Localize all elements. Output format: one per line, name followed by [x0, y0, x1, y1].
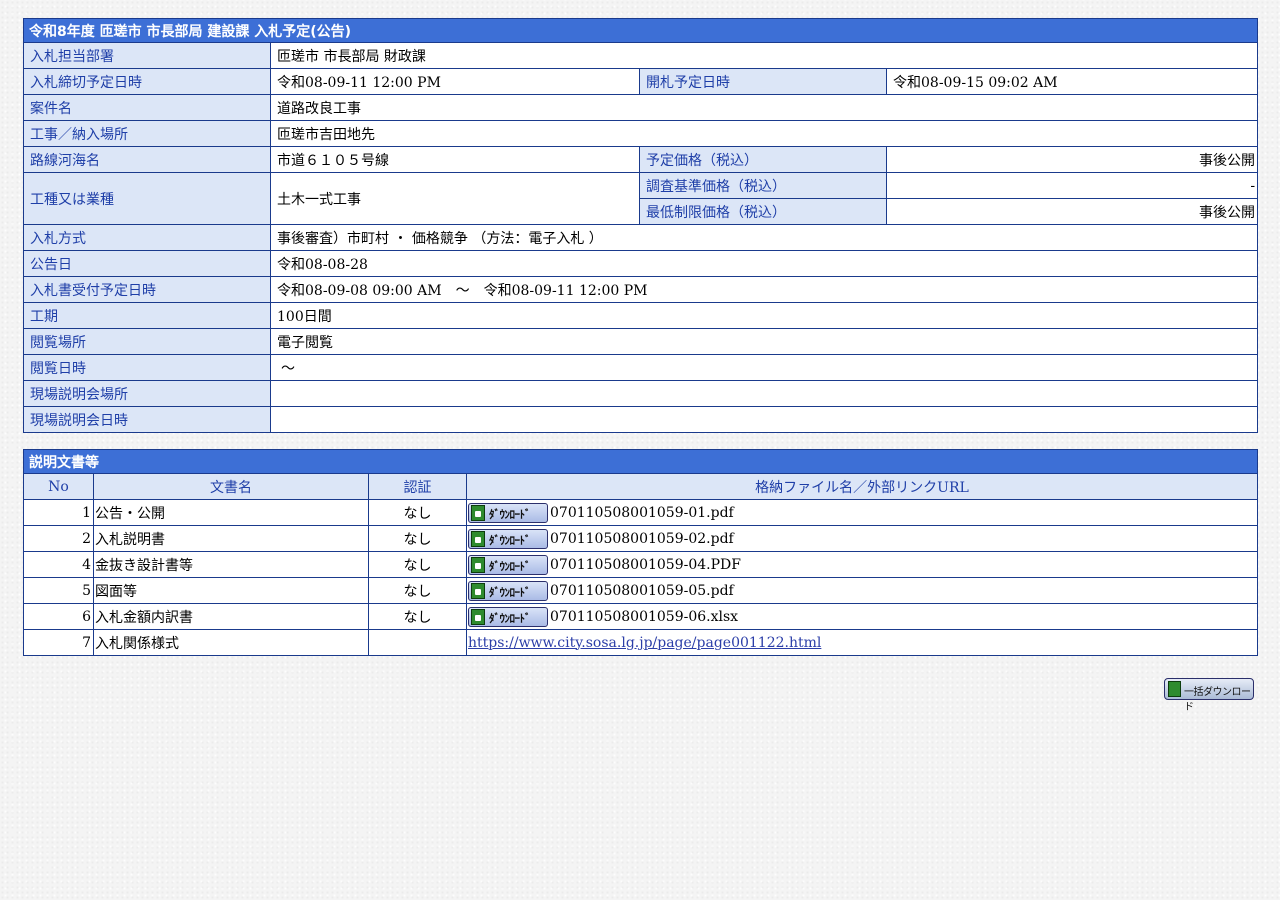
deadline-value: 令和08-09-11 12:00 PM [270, 68, 640, 95]
download-button-label: ﾀﾞｳﾝﾛｰﾄﾞ [489, 559, 531, 573]
floppy-disk-download-icon [471, 608, 485, 625]
doc-auth: なし [368, 499, 467, 526]
column-header-auth: 認証 [368, 473, 467, 500]
bulk-download-button[interactable]: 一括ダウンロード [1164, 678, 1254, 713]
viewing-place-value: 電子閲覧 [269, 328, 1259, 355]
table-row: 7 入札関係様式 https://www.city.sosa.lg.jp/pag… [23, 629, 1258, 656]
download-button[interactable]: ﾀﾞｳﾝﾛｰﾄﾞ [468, 502, 548, 523]
floppy-disk-download-icon [471, 504, 485, 521]
department-value: 匝瑳市 市長部局 財政課 [269, 42, 1259, 69]
viewing-date-label: 閲覧日時 [23, 354, 271, 381]
survey-price-value: - [885, 172, 1259, 199]
table-row: 5 図面等 なし ﾀﾞｳﾝﾛｰﾄﾞ 070110508001059-05.pdf [23, 577, 1258, 604]
file-name: 070110508001059-05.pdf [550, 582, 734, 599]
site-place-value [269, 380, 1259, 407]
viewing-place-label: 閲覧場所 [23, 328, 271, 355]
route-value: 市道６１０５号線 [270, 146, 640, 173]
doc-auth [368, 629, 467, 656]
file-name: 070110508001059-04.PDF [550, 556, 741, 573]
doc-name: 公告・公開 [93, 499, 369, 526]
download-button-label: ﾀﾞｳﾝﾛｰﾄﾞ [489, 585, 531, 599]
site-date-label: 現場説明会日時 [23, 406, 271, 433]
location-value: 匝瑳市吉田地先 [269, 120, 1259, 147]
planned-price-value: 事後公開 [885, 146, 1259, 173]
planned-price-label: 予定価格（税込） [639, 146, 887, 173]
doc-no: 7 [23, 629, 94, 656]
documents-caption: 説明文書等 [23, 449, 1258, 474]
download-button[interactable]: ﾀﾞｳﾝﾛｰﾄﾞ [468, 606, 548, 627]
doc-no: 6 [23, 603, 94, 630]
announce-value: 令和08-08-28 [269, 250, 1259, 277]
method-label: 入札方式 [23, 224, 271, 251]
route-label: 路線河海名 [23, 146, 271, 173]
viewing-date-value: ～ [269, 354, 1259, 381]
doc-name: 入札金額内訳書 [93, 603, 369, 630]
document-rows: 1 公告・公開 なし ﾀﾞｳﾝﾛｰﾄﾞ 070110508001059-01.pdf 2 入… [23, 499, 1258, 630]
doc-auth: なし [368, 551, 467, 578]
doc-no: 4 [23, 551, 94, 578]
reception-value: 令和08-09-08 09:00 AM ～ 令和08-09-11 12:00 P… [269, 276, 1259, 303]
period-value: 100日間 [269, 302, 1259, 329]
table-row: 6 入札金額内訳書 なし ﾀﾞｳﾝﾛｰﾄﾞ 070110508001059-06.xls… [23, 603, 1258, 630]
download-button[interactable]: ﾀﾞｳﾝﾛｰﾄﾞ [468, 554, 548, 575]
file-name: 070110508001059-01.pdf [550, 504, 734, 521]
survey-price-label: 調査基準価格（税込） [639, 172, 887, 199]
doc-auth: なし [368, 577, 467, 604]
bulk-download-label: 一括ダウンロード [1184, 687, 1251, 713]
documents-table: 説明文書等 No 文書名 認証 格納ファイル名／外部リンクURL 1 公告・公開な… [23, 449, 1258, 656]
project-value: 道路改良工事 [269, 94, 1259, 121]
opening-label: 開札予定日時 [639, 68, 887, 95]
floppy-disk-download-icon [471, 530, 485, 547]
column-header-no: No [23, 473, 94, 500]
doc-no: 1 [23, 499, 94, 526]
file-name: 070110508001059-02.pdf [550, 530, 734, 547]
work-type-label: 工種又は業種 [23, 172, 271, 225]
download-button[interactable]: ﾀﾞｳﾝﾛｰﾄﾞ [468, 528, 548, 549]
file-name: 070110508001059-06.xlsx [550, 608, 739, 625]
department-label: 入札担当部署 [23, 42, 271, 69]
work-type-value: 土木一式工事 [270, 172, 640, 225]
bid-info-caption: 令和8年度 匝瑳市 市長部局 建設課 入札予定(公告) [22, 18, 1259, 43]
table-row: 4 金抜き設計書等 なし ﾀﾞｳﾝﾛｰﾄﾞ 070110508001059-04.PDF [23, 551, 1258, 578]
project-label: 案件名 [23, 94, 271, 121]
table-row: 2 入札説明書 なし ﾀﾞｳﾝﾛｰﾄﾞ 070110508001059-02.pdf [23, 525, 1258, 552]
min-price-value: 事後公開 [885, 198, 1259, 225]
reception-label: 入札書受付予定日時 [23, 276, 271, 303]
period-label: 工期 [23, 302, 271, 329]
bid-info-table: 令和8年度 匝瑳市 市長部局 建設課 入札予定(公告) 入札担当部署 匝瑳市 市… [22, 18, 1259, 433]
download-button-label: ﾀﾞｳﾝﾛｰﾄﾞ [489, 611, 531, 625]
floppy-disk-download-icon [471, 582, 485, 599]
doc-no: 5 [23, 577, 94, 604]
deadline-label: 入札締切予定日時 [23, 68, 271, 95]
floppy-disk-download-icon [1168, 681, 1181, 697]
download-button[interactable]: ﾀﾞｳﾝﾛｰﾄﾞ [468, 580, 548, 601]
doc-name: 入札関係様式 [93, 629, 369, 656]
doc-auth: なし [368, 525, 467, 552]
doc-auth: なし [368, 603, 467, 630]
external-link[interactable]: https://www.city.sosa.lg.jp/page/page001… [468, 635, 821, 651]
location-label: 工事／納入場所 [23, 120, 271, 147]
column-header-name: 文書名 [93, 473, 369, 500]
table-row: 1 公告・公開 なし ﾀﾞｳﾝﾛｰﾄﾞ 070110508001059-01.pdf [23, 499, 1258, 526]
column-header-file: 格納ファイル名／外部リンクURL [466, 473, 1258, 500]
doc-name: 入札説明書 [93, 525, 369, 552]
doc-name: 金抜き設計書等 [93, 551, 369, 578]
doc-name: 図面等 [93, 577, 369, 604]
floppy-disk-download-icon [471, 556, 485, 573]
method-value: 事後審査）市町村 ・ 価格競争 （方法：電子入札 ） [269, 224, 1259, 251]
site-date-value [269, 406, 1259, 433]
announce-label: 公告日 [23, 250, 271, 277]
opening-value: 令和08-09-15 09:02 AM [885, 68, 1259, 95]
download-button-label: ﾀﾞｳﾝﾛｰﾄﾞ [489, 507, 531, 521]
site-place-label: 現場説明会場所 [23, 380, 271, 407]
doc-no: 2 [23, 525, 94, 552]
min-price-label: 最低制限価格（税込） [639, 198, 887, 225]
download-button-label: ﾀﾞｳﾝﾛｰﾄﾞ [489, 533, 531, 547]
